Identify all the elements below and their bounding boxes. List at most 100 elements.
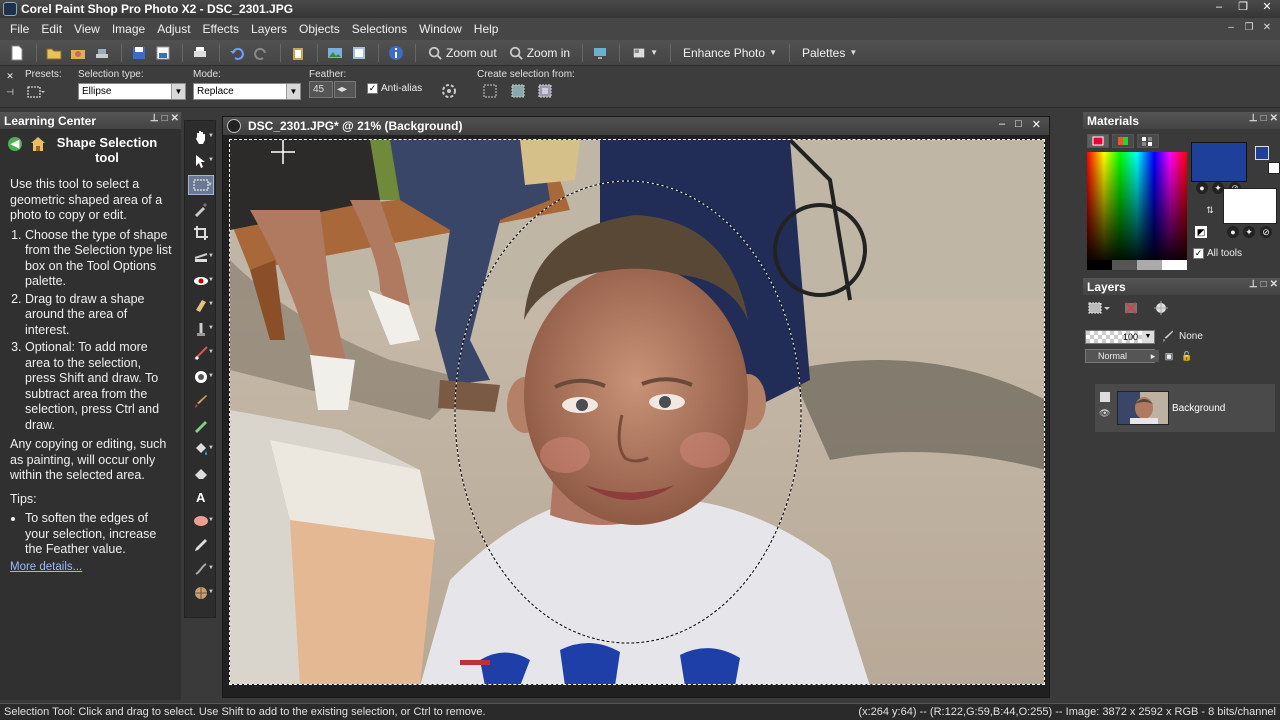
warp-brush-tool[interactable]: ▼ xyxy=(188,559,214,579)
maximize-icon[interactable]: □ xyxy=(1261,279,1267,290)
pan-tool[interactable]: ▼ xyxy=(188,127,214,147)
bg-texture-icon[interactable]: ✦ xyxy=(1243,226,1255,238)
selection-type-select[interactable]: Ellipse ▼ xyxy=(78,83,186,100)
info-button[interactable] xyxy=(385,42,407,64)
menu-file[interactable]: File xyxy=(4,22,35,36)
red-eye-tool[interactable]: ▼ xyxy=(188,271,214,291)
bg-no-texture-icon[interactable]: ⊘ xyxy=(1260,226,1272,238)
opacity-control[interactable]: 100 ▼ xyxy=(1085,330,1155,344)
open-button[interactable] xyxy=(43,42,65,64)
maximize-icon[interactable]: □ xyxy=(162,113,168,124)
close-icon[interactable]: ✕ xyxy=(4,70,16,82)
layout-button[interactable] xyxy=(348,42,370,64)
pen-tool[interactable] xyxy=(188,535,214,555)
foreground-color-swatch[interactable] xyxy=(1191,142,1247,182)
doc-close-button[interactable]: ✕ xyxy=(1260,21,1274,35)
presets-button[interactable] xyxy=(26,82,46,102)
feather-input[interactable]: 45 xyxy=(309,81,333,98)
pick-tool[interactable]: ▼ xyxy=(188,151,214,171)
antialias-checkbox[interactable]: ✓ Anti-alias xyxy=(367,83,422,94)
more-details-link[interactable]: More details... xyxy=(10,560,175,576)
doc-restore-button[interactable]: ❐ xyxy=(1242,21,1256,35)
clone-brush-tool[interactable]: ▼ xyxy=(188,319,214,339)
pin-icon[interactable]: ⊥ xyxy=(1249,113,1258,124)
color-spectrum-picker[interactable] xyxy=(1087,152,1187,270)
restore-button[interactable]: ❐ xyxy=(1232,1,1254,15)
maximize-icon[interactable]: □ xyxy=(1015,118,1022,131)
scan-button[interactable] xyxy=(91,42,113,64)
save-button[interactable] xyxy=(128,42,150,64)
color-replacer-tool[interactable] xyxy=(188,415,214,435)
menu-help[interactable]: Help xyxy=(468,22,505,36)
mode-select[interactable]: Replace ▼ xyxy=(193,83,301,100)
browse-button[interactable] xyxy=(67,42,89,64)
redo-button[interactable] xyxy=(250,42,272,64)
close-icon[interactable]: ✕ xyxy=(171,113,179,124)
enhance-photo-menu[interactable]: Enhance Photo ▼ xyxy=(677,46,783,60)
view-mode-dropdown[interactable]: ▼ xyxy=(626,46,664,60)
swap-colors-icon[interactable]: ⇅ xyxy=(1204,204,1216,216)
palettes-menu[interactable]: Palettes ▼ xyxy=(796,46,863,60)
lock-transparency-icon[interactable]: ▣ xyxy=(1163,350,1175,362)
close-icon[interactable]: ✕ xyxy=(1270,113,1278,124)
shape-tool[interactable]: ▼ xyxy=(188,511,214,531)
menu-selections[interactable]: Selections xyxy=(346,22,413,36)
undo-button[interactable] xyxy=(226,42,248,64)
selection-from-image-button[interactable] xyxy=(508,81,528,101)
zoom-in-button[interactable]: Zoom in xyxy=(503,46,576,60)
new-file-button[interactable] xyxy=(6,42,28,64)
mesh-warp-tool[interactable]: ▼ xyxy=(188,583,214,603)
background-color-swatch[interactable] xyxy=(1223,188,1277,224)
makeover-tool[interactable]: ▼ xyxy=(188,295,214,315)
eraser-tool[interactable] xyxy=(188,463,214,483)
zoom-out-button[interactable]: Zoom out xyxy=(422,46,503,60)
screen-button[interactable] xyxy=(589,42,611,64)
selection-from-layer-button[interactable] xyxy=(480,81,500,101)
photo-button[interactable] xyxy=(324,42,346,64)
customize-button[interactable] xyxy=(439,81,459,101)
scratch-remover-tool[interactable]: ▼ xyxy=(188,343,214,363)
close-button[interactable]: ✕ xyxy=(1256,1,1278,15)
back-arrow-icon[interactable]: ◀ xyxy=(8,137,22,151)
home-icon[interactable] xyxy=(30,136,46,152)
close-icon[interactable]: ✕ xyxy=(1270,279,1278,290)
menu-adjust[interactable]: Adjust xyxy=(151,22,196,36)
menu-edit[interactable]: Edit xyxy=(35,22,68,36)
menu-effects[interactable]: Effects xyxy=(197,22,245,36)
link-mask-control[interactable]: None xyxy=(1161,329,1203,343)
pin-icon[interactable]: ⊥ xyxy=(150,113,159,124)
delete-layer-icon[interactable] xyxy=(1121,300,1141,316)
crop-tool[interactable] xyxy=(188,223,214,243)
background-mini-swatch[interactable] xyxy=(1268,162,1280,174)
menu-window[interactable]: Window xyxy=(413,22,468,36)
doc-minimize-button[interactable]: – xyxy=(1224,21,1238,35)
tab-swatches[interactable] xyxy=(1137,134,1159,148)
close-icon[interactable]: ✕ xyxy=(1032,118,1041,131)
bg-null-fill-icon[interactable]: ● xyxy=(1227,226,1239,238)
dropper-tool[interactable] xyxy=(188,199,214,219)
chevron-right-icon[interactable]: ▸ xyxy=(1147,350,1159,362)
blend-mode-select[interactable]: Normal xyxy=(1085,349,1155,363)
menu-objects[interactable]: Objects xyxy=(293,22,346,36)
selection-tool[interactable]: ▼ xyxy=(188,175,214,195)
layer-effects-icon[interactable] xyxy=(1151,300,1171,316)
null-fill-icon[interactable]: ● xyxy=(1196,182,1208,194)
paste-button[interactable] xyxy=(287,42,309,64)
foreground-mini-swatch[interactable] xyxy=(1255,146,1269,160)
minimize-icon[interactable]: – xyxy=(999,118,1005,131)
straighten-tool[interactable]: ▼ xyxy=(188,247,214,267)
fill-tool[interactable]: ▼ xyxy=(188,439,214,459)
layer-row[interactable]: 👁 Background xyxy=(1095,384,1275,432)
feather-stepper[interactable]: ◂▸ xyxy=(334,81,356,98)
new-layer-icon[interactable] xyxy=(1087,300,1111,316)
transparent-icon[interactable]: ◩ xyxy=(1195,226,1207,238)
save-as-button[interactable] xyxy=(152,42,174,64)
image-canvas[interactable] xyxy=(229,139,1045,685)
menu-image[interactable]: Image xyxy=(106,22,151,36)
maximize-icon[interactable]: □ xyxy=(1261,113,1267,124)
pin-icon[interactable]: ⊣ xyxy=(4,86,16,98)
tab-frame[interactable] xyxy=(1087,134,1109,148)
text-tool[interactable]: A xyxy=(188,487,214,507)
pin-icon[interactable]: ⊥ xyxy=(1249,279,1258,290)
print-button[interactable] xyxy=(189,42,211,64)
